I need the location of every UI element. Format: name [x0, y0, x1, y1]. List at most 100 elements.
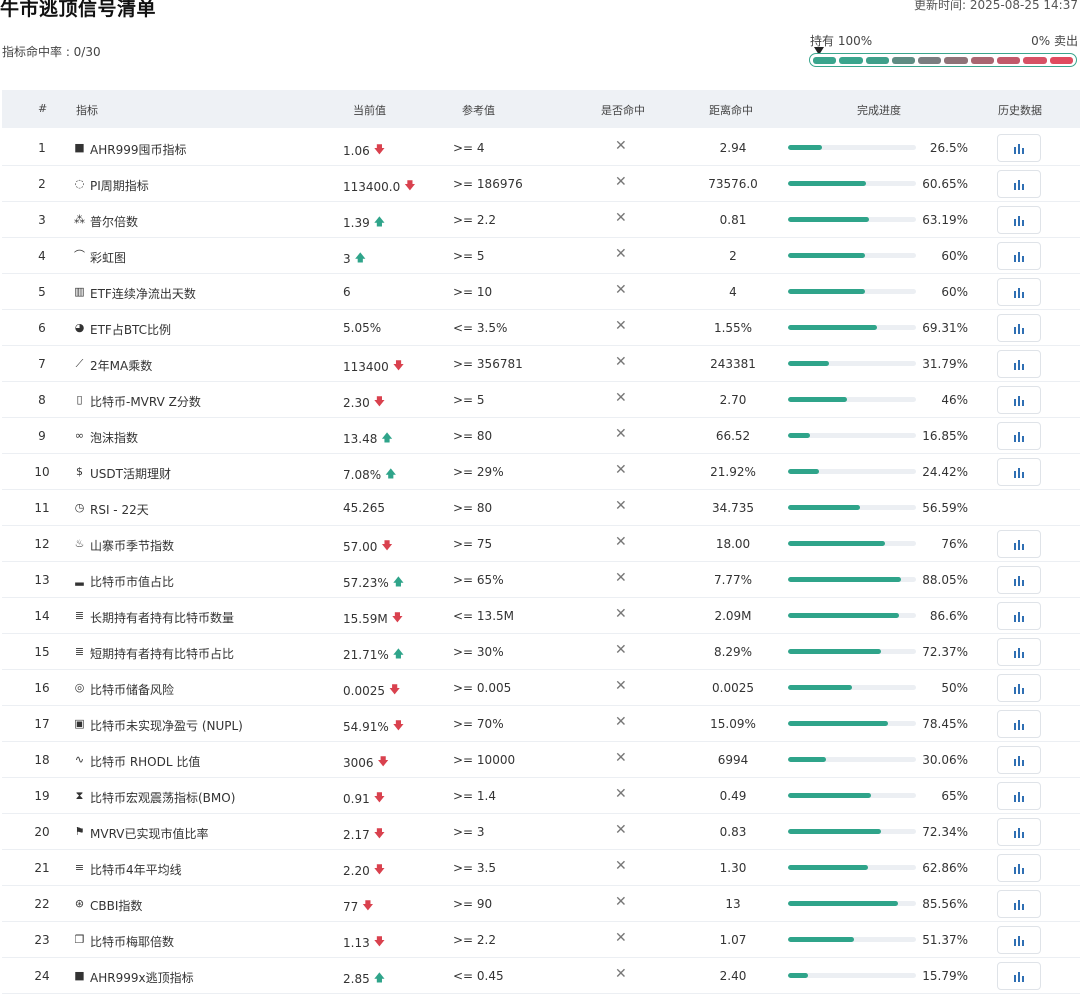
bar-chart-icon — [1014, 755, 1024, 766]
history-chart-button[interactable] — [997, 206, 1041, 234]
indicator-name: 短期持有者持有比特币占比 — [90, 647, 235, 661]
reference-value: >= 3.5 — [453, 861, 497, 875]
reference-value: >= 80 — [453, 429, 493, 443]
not-hit-icon: ✕ — [615, 786, 627, 802]
reference-value: >= 2.2 — [453, 933, 497, 947]
col-history: 历史数据 — [998, 104, 1042, 117]
progress-fill — [788, 253, 865, 258]
col-reference: 参考值 — [462, 104, 495, 117]
history-chart-button[interactable] — [997, 674, 1041, 702]
progress-fill — [788, 937, 854, 942]
progress-bar — [788, 829, 916, 834]
progress-fill — [788, 361, 829, 366]
gauge-segment — [918, 56, 942, 64]
row-index: 23 — [34, 933, 50, 947]
progress-bar — [788, 649, 916, 654]
bar-chart-icon — [1014, 359, 1024, 370]
row-index: 10 — [34, 465, 50, 479]
current-value: 0.0025 — [343, 683, 385, 698]
reference-value: >= 10000 — [453, 753, 516, 767]
current-value: 5.05% — [343, 321, 382, 335]
not-hit-icon: ✕ — [615, 138, 627, 154]
current-value-cell: 54.91% 🡇 — [343, 717, 404, 736]
bar-chart-icon — [1014, 395, 1024, 406]
table-row: 15 ≣ 短期持有者持有比特币占比 21.71% 🡅 >= 30% ✕ 8.29% 72.37% — [2, 634, 1080, 670]
bar-chart-icon — [1014, 143, 1024, 154]
history-chart-button[interactable] — [997, 710, 1041, 738]
coin-icon: ⊛ — [74, 897, 85, 910]
current-value-cell: 3 🡅 — [343, 249, 366, 268]
reference-value: <= 0.45 — [453, 969, 504, 983]
bar-chart-icon — [1014, 611, 1024, 622]
current-value: 2.20 — [343, 863, 370, 878]
history-chart-button[interactable] — [997, 926, 1041, 954]
trend-up-icon: 🡅 — [385, 467, 397, 480]
history-chart-button[interactable] — [997, 602, 1041, 630]
flag-icon: ⚑ — [74, 825, 85, 838]
col-idx: # — [38, 102, 48, 115]
wallet-icon: ▣ — [74, 717, 85, 730]
history-chart-button[interactable] — [997, 962, 1041, 990]
history-chart-button[interactable] — [997, 278, 1041, 306]
hit-rate: 指标命中率 : 0/30 — [2, 45, 101, 59]
indicator-name: ETF连续净流出天数 — [90, 287, 196, 301]
not-hit-icon: ✕ — [615, 570, 627, 586]
progress-percent: 76% — [941, 537, 968, 551]
indicator-name: 比特币-MVRV Z分数 — [90, 395, 201, 409]
history-chart-button[interactable] — [997, 746, 1041, 774]
row-index: 9 — [38, 429, 46, 443]
indicator-name: AHR999x逃顶指标 — [90, 971, 194, 985]
history-chart-button[interactable] — [997, 422, 1041, 450]
history-chart-button[interactable] — [997, 134, 1041, 162]
gauge-track — [809, 53, 1077, 67]
history-chart-button[interactable] — [997, 818, 1041, 846]
current-value-cell: 0.0025 🡇 — [343, 681, 400, 700]
history-chart-button[interactable] — [997, 242, 1041, 270]
trend-down-icon: 🡇 — [377, 755, 389, 768]
bar-chart-icon — [1014, 179, 1024, 190]
row-index: 19 — [34, 789, 50, 803]
progress-percent: 86.6% — [929, 609, 968, 623]
not-hit-icon: ✕ — [615, 390, 627, 406]
row-index: 17 — [34, 717, 50, 731]
history-chart-button[interactable] — [997, 170, 1041, 198]
history-chart-button[interactable] — [997, 458, 1041, 486]
progress-percent: 72.34% — [922, 825, 968, 839]
current-value: 77 — [343, 899, 359, 914]
history-chart-button[interactable] — [997, 854, 1041, 882]
history-chart-button[interactable] — [997, 782, 1041, 810]
trend-down-icon: 🡇 — [392, 359, 405, 372]
table-row: 14 ≣ 长期持有者持有比特币数量 15.59M 🡇 <= 13.5M ✕ 2.09M 86.6… — [2, 598, 1080, 634]
bar-chart-icon — [1014, 539, 1024, 550]
current-value-cell: 2.85 🡅 — [343, 969, 385, 988]
table-row: 19 ⧗ 比特币宏观震荡指标(BMO) 0.91 🡇 >= 1.4 ✕ 0.49 65% — [2, 778, 1080, 814]
current-value: 1.06 — [343, 143, 370, 158]
history-chart-button[interactable] — [997, 350, 1041, 378]
progress-percent: 72.37% — [922, 645, 968, 659]
reference-value: >= 90 — [453, 897, 493, 911]
square-badge-icon: ■ — [74, 141, 85, 154]
progress-bar — [788, 865, 916, 870]
gauge-segment — [997, 56, 1021, 64]
history-chart-button[interactable] — [997, 566, 1041, 594]
history-chart-button[interactable] — [997, 386, 1041, 414]
progress-percent: 30.06% — [922, 753, 968, 767]
history-chart-button[interactable] — [997, 638, 1041, 666]
progress-bar — [788, 289, 916, 294]
row-index: 4 — [38, 249, 46, 263]
current-value-cell: 1.06 🡇 — [343, 141, 385, 160]
history-chart-button[interactable] — [997, 530, 1041, 558]
history-chart-button[interactable] — [997, 314, 1041, 342]
reference-value: <= 3.5% — [453, 321, 508, 335]
table-row: 5 ▥ ETF连续净流出天数 6 >= 10 ✕ 4 60% — [2, 274, 1080, 310]
bar-chart-icon — [1014, 791, 1024, 802]
indicator-name: 比特币4年平均线 — [90, 863, 182, 877]
reference-value: >= 4 — [453, 141, 485, 155]
current-value-cell: 1.39 🡅 — [343, 213, 385, 232]
progress-percent: 16.85% — [922, 429, 968, 443]
progress-percent: 85.56% — [922, 897, 968, 911]
indicator-name: 比特币宏观震荡指标(BMO) — [90, 791, 236, 805]
not-hit-icon: ✕ — [615, 714, 627, 730]
bar-chart-icon — [1014, 971, 1024, 982]
history-chart-button[interactable] — [997, 890, 1041, 918]
